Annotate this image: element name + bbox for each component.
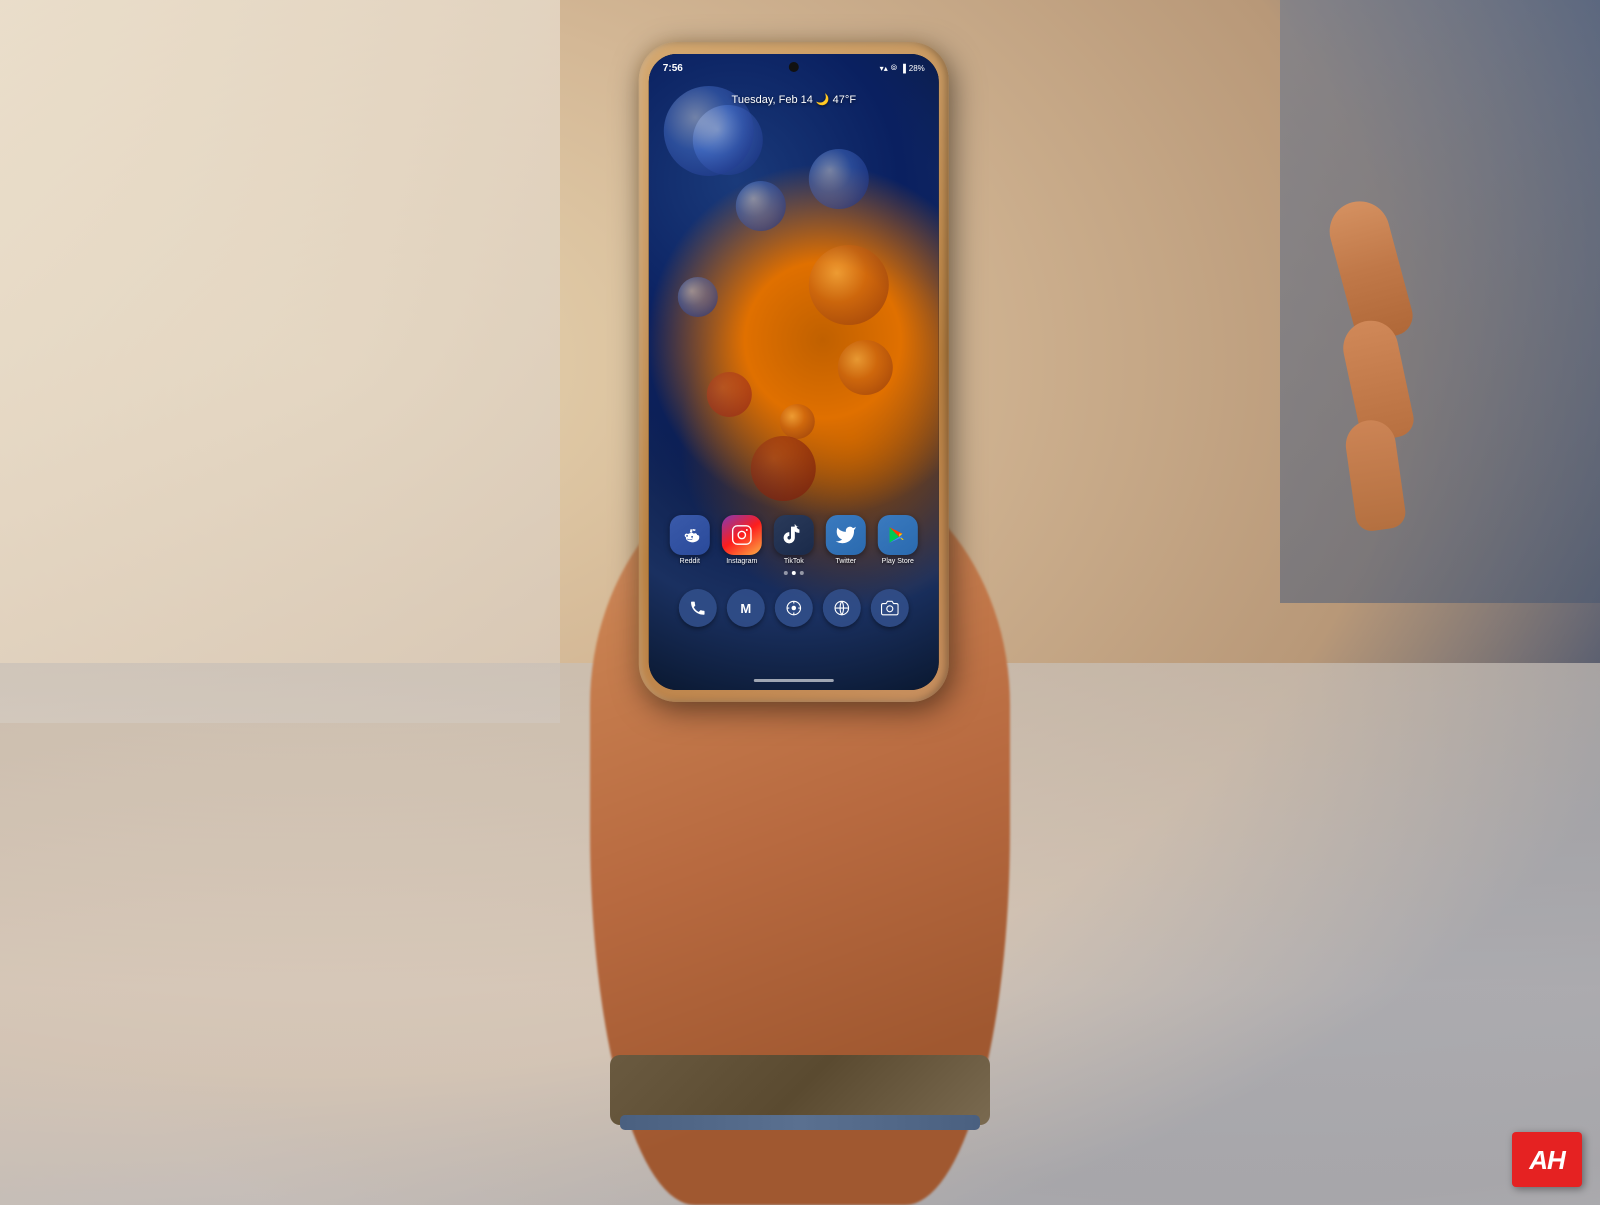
instagram-icon[interactable] bbox=[722, 515, 762, 555]
dock: M bbox=[649, 581, 939, 635]
app-reddit[interactable]: Reddit bbox=[670, 515, 710, 565]
tiktok-icon[interactable] bbox=[774, 515, 814, 555]
wifi-icon: ⦾ bbox=[891, 63, 897, 73]
phone-screen: 7:56 ▾▴ ⦾ ▐ 28% Tuesday, Feb 14 🌙 47°F bbox=[649, 54, 939, 690]
playstore-icon[interactable] bbox=[878, 515, 918, 555]
bubble-5 bbox=[808, 149, 868, 209]
page-dot-3 bbox=[800, 571, 804, 575]
battery-percent: 28% bbox=[909, 64, 925, 73]
tiktok-label: TikTok bbox=[784, 558, 804, 565]
app-instagram[interactable]: Instagram bbox=[722, 515, 762, 565]
signal-icon: ▾▴ bbox=[880, 64, 888, 73]
battery-icon: ▐ bbox=[900, 64, 906, 73]
wall-left bbox=[0, 0, 560, 723]
page-indicators bbox=[784, 571, 804, 575]
status-icons: ▾▴ ⦾ ▐ 28% bbox=[880, 63, 925, 73]
dock-browser[interactable] bbox=[823, 589, 861, 627]
bubble-orange-1 bbox=[808, 245, 888, 325]
reddit-label: Reddit bbox=[680, 558, 700, 565]
ah-logo-text: AH bbox=[1529, 1147, 1565, 1173]
page-dot-1 bbox=[784, 571, 788, 575]
bubble-2 bbox=[736, 181, 786, 231]
twitter-icon[interactable] bbox=[826, 515, 866, 555]
bubble-orange-3 bbox=[779, 404, 814, 439]
phone: 7:56 ▾▴ ⦾ ▐ 28% Tuesday, Feb 14 🌙 47°F bbox=[639, 42, 949, 702]
date-text: Tuesday, Feb 14 🌙 47°F bbox=[732, 94, 857, 106]
wall-right bbox=[1280, 0, 1600, 603]
dock-media[interactable] bbox=[775, 589, 813, 627]
date-weather-widget: Tuesday, Feb 14 🌙 47°F bbox=[649, 90, 939, 108]
playstore-label: Play Store bbox=[882, 558, 914, 565]
wristband-accent bbox=[620, 1115, 980, 1130]
app-tiktok[interactable]: TikTok bbox=[774, 515, 814, 565]
app-twitter[interactable]: Twitter bbox=[826, 515, 866, 565]
camera-hole bbox=[789, 62, 799, 72]
bubble-red-2 bbox=[750, 436, 815, 501]
dock-phone[interactable] bbox=[679, 589, 717, 627]
app-icons-row: Reddit Instagram TikTok Twitter bbox=[649, 515, 939, 565]
home-indicator bbox=[754, 679, 834, 682]
dock-gmail[interactable]: M bbox=[727, 589, 765, 627]
bubble-orange-2 bbox=[837, 340, 892, 395]
ah-logo: AH bbox=[1512, 1132, 1582, 1187]
twitter-label: Twitter bbox=[835, 558, 856, 565]
reddit-icon[interactable] bbox=[670, 515, 710, 555]
status-time: 7:56 bbox=[663, 63, 683, 74]
instagram-label: Instagram bbox=[726, 558, 757, 565]
page-dot-2 bbox=[792, 571, 796, 575]
bubble-4 bbox=[678, 277, 718, 317]
bubble-red-1 bbox=[707, 372, 752, 417]
dock-camera[interactable] bbox=[871, 589, 909, 627]
app-playstore[interactable]: Play Store bbox=[878, 515, 918, 565]
